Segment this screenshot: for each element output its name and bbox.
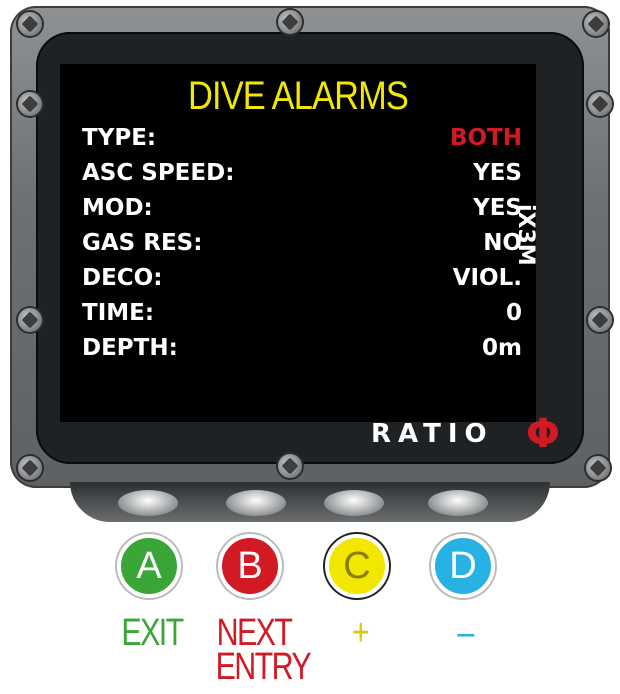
button-a-legend[interactable]: A: [117, 534, 181, 598]
screw-icon: [278, 10, 302, 34]
screw-icon: [18, 456, 42, 480]
model-name: iX3M: [513, 204, 538, 266]
label-time: TIME:: [82, 300, 155, 326]
button-b-label-line1: NEXT: [216, 612, 293, 654]
dive-computer-body: DIVE ALARMS TYPE: BOTH ASC SPEED: YES MO…: [10, 6, 612, 488]
value-time[interactable]: 0: [506, 299, 522, 327]
screw-icon: [18, 92, 42, 116]
label-deco: DECO:: [82, 265, 163, 291]
screw-icon: [588, 308, 612, 332]
value-asc-speed[interactable]: YES: [473, 159, 522, 187]
screw-icon: [586, 456, 610, 480]
value-type[interactable]: BOTH: [450, 124, 522, 152]
button-c-label: +: [351, 612, 370, 654]
button-b-legend[interactable]: B: [218, 534, 282, 598]
button-a-label: EXIT: [121, 612, 184, 654]
label-type: TYPE:: [82, 125, 157, 151]
value-depth[interactable]: 0m: [482, 334, 522, 362]
button-d-legend[interactable]: D: [431, 534, 495, 598]
physical-button-b[interactable]: [226, 490, 286, 516]
screw-icon: [278, 454, 302, 478]
button-c-legend[interactable]: C: [325, 534, 389, 598]
screw-icon: [18, 308, 42, 332]
brand-phi-icon: Φ: [526, 411, 561, 457]
button-b-label-line2: ENTRY: [215, 646, 312, 688]
button-d-label: –: [457, 612, 474, 654]
screw-icon: [588, 92, 612, 116]
physical-button-d[interactable]: [428, 490, 488, 516]
button-b-label: NEXT ENTRY: [215, 612, 312, 688]
label-depth: DEPTH:: [82, 335, 178, 361]
screw-icon: [584, 12, 608, 36]
label-gas-res: GAS RES:: [82, 230, 203, 256]
label-asc-speed: ASC SPEED:: [82, 160, 235, 186]
physical-button-a[interactable]: [118, 490, 178, 516]
physical-button-c[interactable]: [324, 490, 384, 516]
value-deco[interactable]: VIOL.: [453, 264, 522, 292]
brand-logo-text: RATIO: [371, 419, 494, 449]
display-screen: DIVE ALARMS TYPE: BOTH ASC SPEED: YES MO…: [60, 64, 536, 422]
screen-title: DIVE ALARMS: [188, 74, 409, 118]
label-mod: MOD:: [82, 195, 153, 221]
screw-icon: [18, 12, 42, 36]
